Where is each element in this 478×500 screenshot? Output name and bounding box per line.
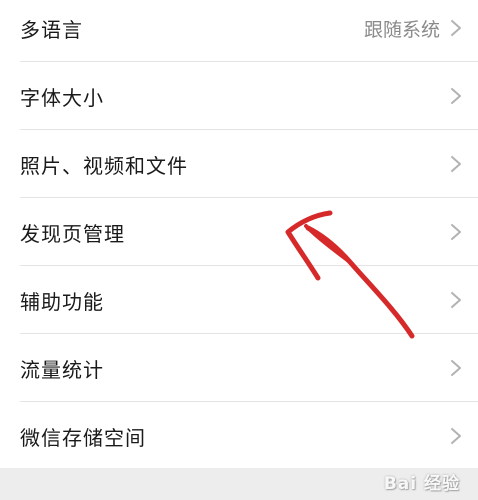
settings-item-label: 多语言 — [20, 17, 83, 42]
settings-item-storage[interactable]: 微信存储空间 — [0, 402, 478, 470]
chevron-right-icon — [451, 20, 461, 36]
chevron-right-icon — [451, 360, 461, 376]
chevron-right-icon — [451, 88, 461, 104]
chevron-right-icon — [451, 224, 461, 240]
settings-item-label: 发现页管理 — [20, 221, 125, 246]
baidu-jingyan-watermark: Bai 经验 — [383, 474, 460, 494]
settings-item-photos-videos-files[interactable]: 照片、视频和文件 — [0, 130, 478, 198]
settings-item-discover-management[interactable]: 发现页管理 — [0, 198, 478, 266]
settings-item-label: 辅助功能 — [20, 289, 104, 314]
settings-item-label: 流量统计 — [20, 357, 104, 382]
chevron-right-icon — [451, 156, 461, 172]
settings-item-language[interactable]: 多语言 跟随系统 — [0, 0, 478, 62]
settings-item-font-size[interactable]: 字体大小 — [0, 62, 478, 130]
chevron-right-icon — [451, 292, 461, 308]
settings-item-label: 照片、视频和文件 — [20, 153, 188, 178]
settings-item-accessibility[interactable]: 辅助功能 — [0, 266, 478, 334]
settings-screen: 多语言 跟随系统 字体大小 照片、视频和文件 发现页管理 辅助功能 流量统计 微… — [0, 0, 478, 500]
settings-item-label: 微信存储空间 — [20, 425, 146, 450]
settings-list: 多语言 跟随系统 字体大小 照片、视频和文件 发现页管理 辅助功能 流量统计 微… — [0, 0, 478, 470]
settings-item-value: 跟随系统 — [363, 18, 440, 41]
settings-item-label: 字体大小 — [20, 85, 104, 110]
settings-item-data-usage[interactable]: 流量统计 — [0, 334, 478, 402]
chevron-right-icon — [451, 428, 461, 444]
